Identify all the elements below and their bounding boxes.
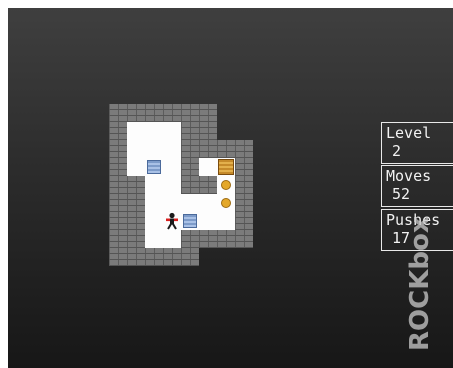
wall-tile [127,230,145,248]
floor-tile [127,122,145,140]
floor-tile [145,140,163,158]
wall-tile [217,140,235,158]
floor-tile [163,194,181,212]
wall-tile [181,104,199,122]
goal-tile [217,194,235,212]
box-tile [145,158,163,176]
floor-tile [199,212,217,230]
box-on-goal-tile [217,158,235,176]
wall-tile [235,212,253,230]
wall-tile [145,248,163,266]
floor-tile [163,158,181,176]
floor-tile [145,194,163,212]
wall-tile [127,248,145,266]
floor-tile [145,176,163,194]
floor-tile [127,158,145,176]
moves-panel: Moves 52 [381,165,453,207]
game-screen: Level 2 Moves 52 Pushes 17 ROCKbox [8,8,453,368]
wall-tile [181,122,199,140]
wall-tile [181,230,199,248]
logo-text: ROCKbox [405,216,435,351]
floor-tile [127,140,145,158]
wall-tile [217,230,235,248]
wall-tile [127,104,145,122]
floor-tile [163,176,181,194]
player-icon [166,212,178,230]
wall-tile [145,104,163,122]
wall-tile [109,140,127,158]
floor-tile [181,194,199,212]
wall-tile [199,176,217,194]
wall-tile [199,230,217,248]
rockbox-logo: ROCKbox [400,213,440,353]
wall-tile [181,140,199,158]
player-tile [163,212,181,230]
floor-tile [145,212,163,230]
wall-tile [127,176,145,194]
floor-tile [217,212,235,230]
moves-value: 52 [392,185,411,203]
goal-tile [217,176,235,194]
wall-tile [199,140,217,158]
floor-tile [163,230,181,248]
wall-tile [199,122,217,140]
level-panel: Level 2 [381,122,453,164]
floor-tile [145,122,163,140]
wall-tile [163,104,181,122]
wall-tile [181,176,199,194]
wall-tile [109,194,127,212]
wall-tile [127,212,145,230]
moves-label: Moves [386,167,432,185]
wall-tile [109,104,127,122]
wall-tile [235,140,253,158]
wall-tile [181,248,199,266]
floor-tile [163,122,181,140]
wall-tile [127,194,145,212]
level-label: Level [386,124,432,142]
wall-tile [181,158,199,176]
wall-tile [109,212,127,230]
wall-tile [235,176,253,194]
wall-tile [235,230,253,248]
floor-tile [199,158,217,176]
floor-tile [199,194,217,212]
wall-tile [109,158,127,176]
floor-tile [145,230,163,248]
box-tile [181,212,199,230]
wall-tile [109,230,127,248]
wall-tile [109,176,127,194]
level-value: 2 [392,142,402,160]
wall-tile [199,104,217,122]
wall-tile [109,122,127,140]
floor-tile [163,140,181,158]
wall-tile [163,248,181,266]
wall-tile [235,194,253,212]
wall-tile [235,158,253,176]
wall-tile [109,248,127,266]
